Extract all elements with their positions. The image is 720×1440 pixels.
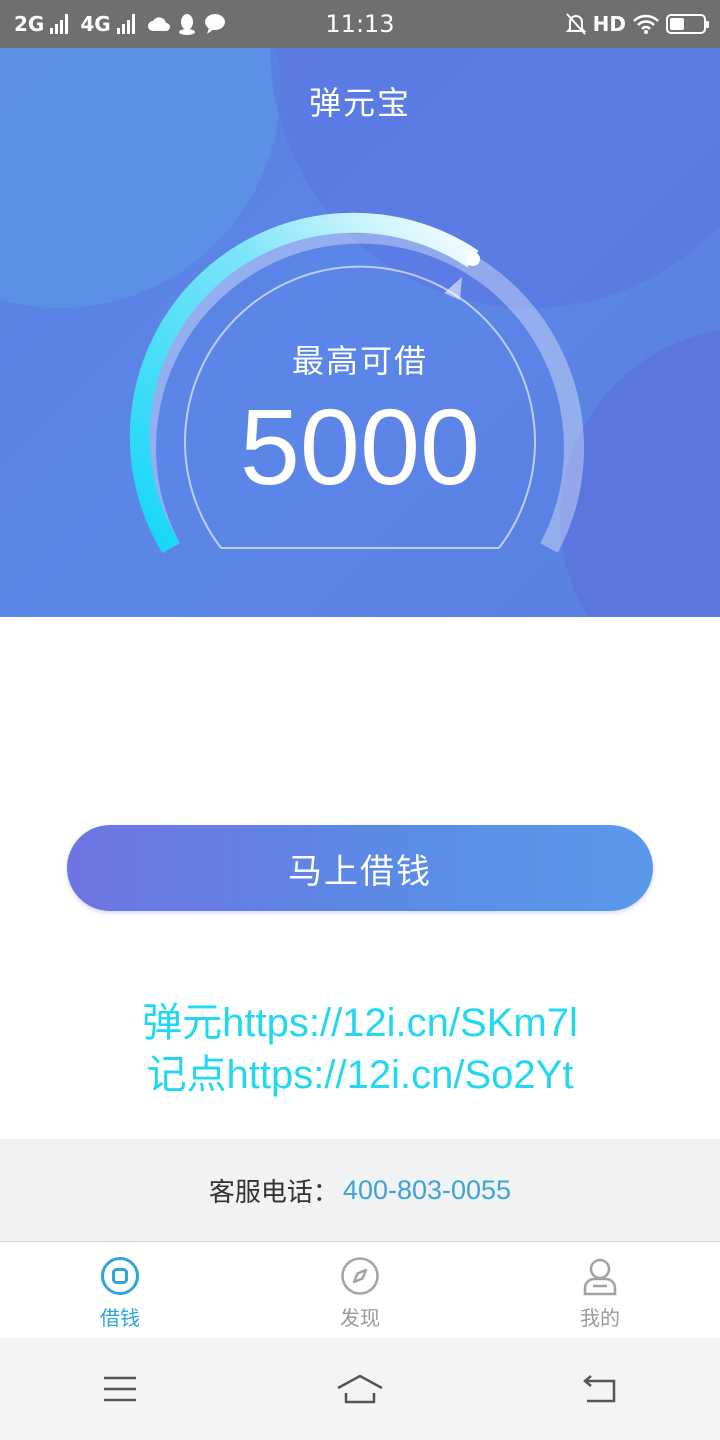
network-type-4g: 4G xyxy=(80,12,111,36)
menu-icon xyxy=(104,1376,136,1402)
tab-mine[interactable]: 我的 xyxy=(480,1242,720,1338)
max-borrow-label: 最高可借 xyxy=(291,342,428,380)
message-icon xyxy=(204,14,225,34)
tab-borrow-label: 借钱 xyxy=(100,1306,140,1330)
tab-mine-label: 我的 xyxy=(580,1306,620,1330)
compass-icon xyxy=(341,1257,379,1295)
credit-gauge xyxy=(129,212,584,554)
max-borrow-amount: 5000 xyxy=(239,386,481,507)
status-bar: 2G 4G 11:13 HD xyxy=(0,0,720,48)
tab-discover-label: 发现 xyxy=(340,1306,380,1330)
promo-line-2: 记点https://12i.cn/So2Yt xyxy=(0,1055,720,1095)
tab-discover[interactable]: 发现 xyxy=(240,1242,480,1338)
tab-borrow[interactable]: 借钱 xyxy=(0,1242,240,1338)
battery-level xyxy=(670,18,684,30)
borrow-icon xyxy=(101,1257,139,1295)
promo-link-2[interactable]: 记点https://12i.cn/So2Yt xyxy=(147,1053,574,1097)
mute-bell-icon xyxy=(565,13,587,35)
network-type-2g: 2G xyxy=(14,12,45,36)
status-left: 2G 4G xyxy=(14,12,227,36)
home-icon xyxy=(337,1374,383,1404)
customer-service-bar: 客服电话： 400-803-0055 xyxy=(0,1139,720,1242)
signal-icon xyxy=(116,14,135,34)
home-button[interactable] xyxy=(240,1373,480,1405)
hd-indicator: HD xyxy=(592,12,626,36)
system-nav-bar xyxy=(0,1338,720,1440)
borrow-now-button[interactable]: 马上借钱 xyxy=(67,825,653,911)
service-label: 客服电话： xyxy=(208,1177,339,1208)
status-right: HD xyxy=(565,12,709,36)
battery-icon xyxy=(666,14,709,34)
user-icon xyxy=(583,1258,617,1296)
wifi-icon xyxy=(633,14,659,34)
gauge-knob xyxy=(466,252,480,266)
menu-button[interactable] xyxy=(0,1375,240,1403)
service-phone-link[interactable]: 400-803-0055 xyxy=(343,1175,511,1206)
qq-icon xyxy=(178,14,195,35)
signal-icon xyxy=(50,14,69,34)
bottom-tab-bar: 借钱 发现 我的 xyxy=(0,1242,720,1338)
cloud-icon xyxy=(147,17,170,31)
promo-line-1: 弹元https://12i.cn/SKm7l xyxy=(0,1003,720,1043)
back-button[interactable] xyxy=(480,1374,720,1404)
hero-panel: 弹元宝 最高可借 5000 xyxy=(0,48,720,617)
promo-link-1[interactable]: 弹元https://12i.cn/SKm7l xyxy=(142,1001,578,1045)
back-icon xyxy=(583,1375,616,1403)
